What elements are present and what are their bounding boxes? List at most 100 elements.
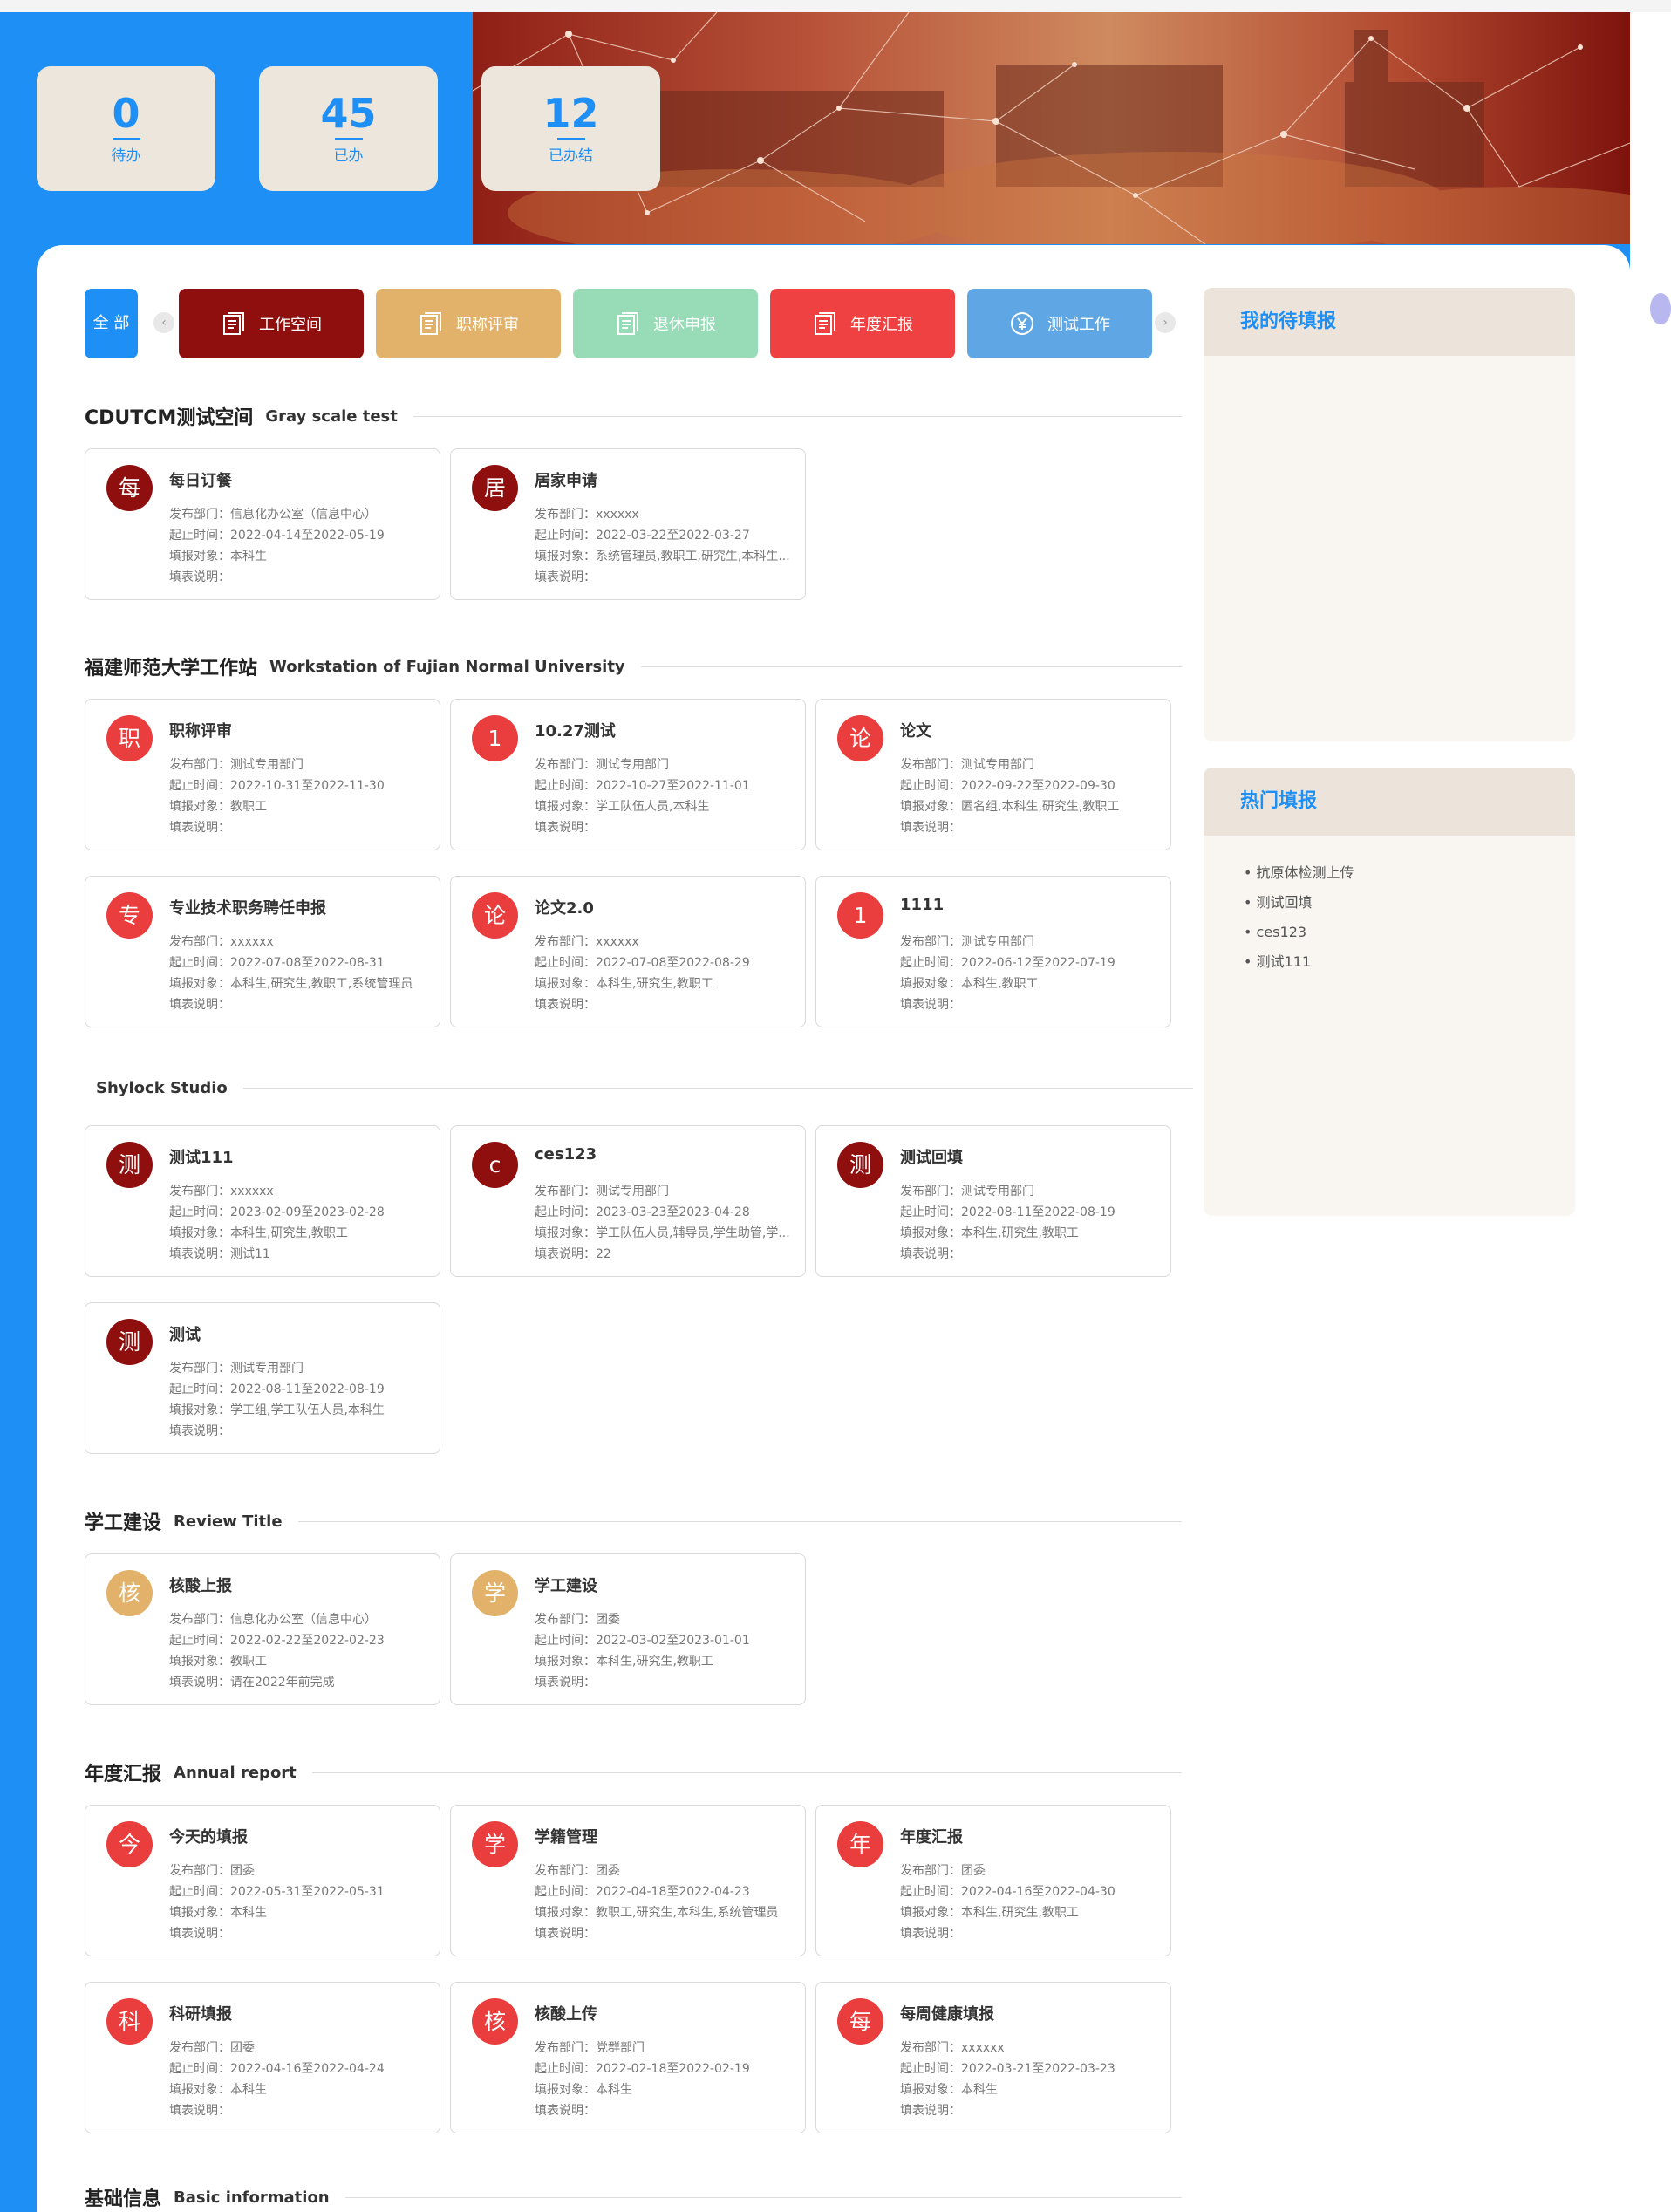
form-card[interactable]: 核核酸上传 发布部门：党群部门 起止时间：2022-02-18至2022-02-19… xyxy=(450,1982,806,2133)
form-department-value: xxxxxx xyxy=(596,935,639,949)
form-title: 测试回填 xyxy=(900,1149,963,1167)
form-period-value: 2022-08-11至2022-08-19 xyxy=(230,1382,385,1396)
form-target: 填报对象：本科生,研究生,教职工 xyxy=(900,1224,1160,1241)
stat-completed[interactable]: 12 已办结 xyxy=(481,66,660,191)
form-avatar: 测 xyxy=(106,1319,153,1365)
form-note-label: 填表说明： xyxy=(169,821,230,835)
category-button-4[interactable]: 测试工作 xyxy=(967,289,1152,358)
form-card[interactable]: 论论文 发布部门：测试专用部门 起止时间：2022-09-22至2022-09-30… xyxy=(815,699,1171,850)
form-period-value: 2022-07-08至2022-08-29 xyxy=(596,956,750,970)
form-target-label: 填报对象： xyxy=(535,800,596,814)
section-title-en: Annual report xyxy=(174,1763,297,1782)
form-period-label: 起止时间： xyxy=(169,779,230,793)
hot-form-item[interactable]: • ces123 xyxy=(1244,918,1575,947)
form-card[interactable]: 年年度汇报 发布部门：团委 起止时间：2022-04-16至2022-04-30 填报… xyxy=(815,1805,1171,1956)
form-note-label: 填表说明： xyxy=(900,1927,961,1941)
form-note-label: 填表说明： xyxy=(900,821,961,835)
form-target: 填报对象：教职工 xyxy=(169,1652,429,1669)
category-button-1[interactable]: 职称评审 xyxy=(376,289,561,358)
form-period-value: 2022-02-18至2022-02-19 xyxy=(596,2062,750,2076)
form-card[interactable]: 专专业技术职务聘任申报 发布部门：xxxxxx 起止时间：2022-07-08至20… xyxy=(85,876,440,1027)
stat-done[interactable]: 45 已办 xyxy=(259,66,438,191)
form-card[interactable]: 测测试111 发布部门：xxxxxx 起止时间：2023-02-09至2023-02… xyxy=(85,1125,440,1277)
form-period-value: 2022-04-18至2022-04-23 xyxy=(596,1885,750,1899)
form-note-label: 填表说明： xyxy=(900,1247,961,1261)
form-card[interactable]: 测测试 发布部门：测试专用部门 起止时间：2022-08-11至2022-08-19… xyxy=(85,1302,440,1454)
hot-form-item[interactable]: • 测试回填 xyxy=(1244,888,1575,918)
form-note: 填表说明： xyxy=(900,1924,1160,1942)
form-target-value: 本科生 xyxy=(230,2083,267,2097)
form-title: 专业技术职务聘任申报 xyxy=(169,899,326,918)
stat-todo-label: 待办 xyxy=(111,147,141,165)
form-card[interactable]: c ces123 发布部门：测试专用部门 起止时间：2023-03-23至2023-0… xyxy=(450,1125,806,1277)
form-avatar: 居 xyxy=(472,465,518,511)
form-department-label: 发布部门： xyxy=(535,1864,596,1878)
hot-form-item[interactable]: • 抗原体检测上传 xyxy=(1244,858,1575,888)
bullet-dot: • xyxy=(1244,924,1257,940)
form-target: 填报对象：本科生 xyxy=(169,1903,429,1921)
form-card[interactable]: 1 10.27测试 发布部门：测试专用部门 起止时间：2022-10-27至2022-… xyxy=(450,699,806,850)
form-target-label: 填报对象： xyxy=(169,1403,230,1417)
section-title-en: Shylock Studio xyxy=(96,1079,228,1097)
category-button-0[interactable]: 工作空间 xyxy=(179,289,364,358)
category-button-2[interactable]: 退休申报 xyxy=(573,289,758,358)
category-prev-arrow[interactable]: ‹ xyxy=(153,312,174,333)
form-card[interactable]: 学学籍管理 发布部门：团委 起止时间：2022-04-18至2022-04-23 填报… xyxy=(450,1805,806,1956)
category-next-arrow[interactable]: › xyxy=(1155,312,1176,333)
form-note-label: 填表说明： xyxy=(900,2104,961,2118)
form-card[interactable]: 1 1111 发布部门：测试专用部门 起止时间：2022-06-12至2022-07-… xyxy=(815,876,1171,1027)
form-department-value: 团委 xyxy=(961,1864,986,1878)
form-target-label: 填报对象： xyxy=(169,2083,230,2097)
form-title: 学籍管理 xyxy=(535,1828,597,1847)
form-card[interactable]: 论论文2.0 发布部门：xxxxxx 起止时间：2022-07-08至2022-08… xyxy=(450,876,806,1027)
browser-top-strip xyxy=(0,0,1671,12)
form-department: 发布部门：团委 xyxy=(169,2038,429,2056)
form-period: 起止时间：2022-03-02至2023-01-01 xyxy=(535,1631,795,1649)
form-department-label: 发布部门： xyxy=(900,1864,961,1878)
form-department-value: 信息化办公室（信息中心） xyxy=(230,508,377,522)
form-target-value: 本科生 xyxy=(230,550,267,563)
form-card[interactable]: 测测试回填 发布部门：测试专用部门 起止时间：2022-08-11至2022-08-… xyxy=(815,1125,1171,1277)
form-department-label: 发布部门： xyxy=(900,758,961,772)
form-card[interactable]: 学学工建设 发布部门：团委 起止时间：2022-03-02至2023-01-01 填报… xyxy=(450,1553,806,1705)
stat-completed-label: 已办结 xyxy=(549,147,593,165)
filter-all-button[interactable]: 全 部 xyxy=(85,289,138,358)
form-title: 居家申请 xyxy=(535,472,597,490)
form-department: 发布部门：团委 xyxy=(535,1610,795,1628)
form-target: 填报对象：本科生,研究生,教职工 xyxy=(535,974,795,992)
form-card[interactable]: 今今天的填报 发布部门：团委 起止时间：2022-05-31至2022-05-31 填… xyxy=(85,1805,440,1956)
form-note: 填表说明： xyxy=(169,568,429,585)
section-divider xyxy=(242,1088,1193,1089)
form-card[interactable]: 核核酸上报 发布部门：信息化办公室（信息中心） 起止时间：2022-02-22至20… xyxy=(85,1553,440,1705)
form-target: 填报对象：匿名组,本科生,研究生,教职工 xyxy=(900,797,1160,815)
section-header: 基础信息 Basic information xyxy=(85,2183,1182,2211)
stat-done-value: 45 xyxy=(320,90,377,137)
stat-todo[interactable]: 0 待办 xyxy=(37,66,215,191)
form-card[interactable]: 科科研填报 发布部门：团委 起止时间：2022-04-16至2022-04-24 填报… xyxy=(85,1982,440,2133)
form-note: 填表说明： xyxy=(535,818,795,836)
form-period: 起止时间：2022-06-12至2022-07-19 xyxy=(900,953,1160,971)
category-button-3[interactable]: 年度汇报 xyxy=(770,289,955,358)
form-card[interactable]: 居居家申请 发布部门：xxxxxx 起止时间：2022-03-22至2022-03-… xyxy=(450,448,806,600)
form-target: 填报对象：教职工,研究生,本科生,系统管理员 xyxy=(535,1903,795,1921)
form-period: 起止时间：2022-03-22至2022-03-27 xyxy=(535,526,795,543)
form-note: 填表说明： xyxy=(169,818,429,836)
hot-form-item[interactable]: • 测试111 xyxy=(1244,947,1575,977)
form-period-label: 起止时间： xyxy=(169,956,230,970)
form-note: 填表说明： xyxy=(169,1422,429,1439)
form-card[interactable]: 每每周健康填报 发布部门：xxxxxx 起止时间：2022-03-21至2022-0… xyxy=(815,1982,1171,2133)
form-target-value: 本科生 xyxy=(230,1906,267,1920)
yen-circle-icon xyxy=(1009,311,1035,337)
form-card[interactable]: 职职称评审 发布部门：测试专用部门 起止时间：2022-10-31至2022-11-… xyxy=(85,699,440,850)
form-card[interactable]: 每每日订餐 发布部门：信息化办公室（信息中心） 起止时间：2022-04-14至20… xyxy=(85,448,440,600)
form-target-label: 填报对象： xyxy=(535,1226,596,1240)
form-department: 发布部门：xxxxxx xyxy=(535,932,795,950)
form-target-value: 教职工 xyxy=(230,1655,267,1669)
form-target: 填报对象：本科生,研究生,教职工 xyxy=(900,1903,1160,1921)
form-department-value: xxxxxx xyxy=(230,935,274,949)
form-note: 填表说明：22 xyxy=(535,1245,795,1262)
section-header: Shylock Studio xyxy=(96,1079,1193,1097)
category-label: 测试工作 xyxy=(1047,316,1110,334)
form-department: 发布部门：团委 xyxy=(900,1861,1160,1879)
floating-assistant-icon[interactable] xyxy=(1650,293,1671,324)
